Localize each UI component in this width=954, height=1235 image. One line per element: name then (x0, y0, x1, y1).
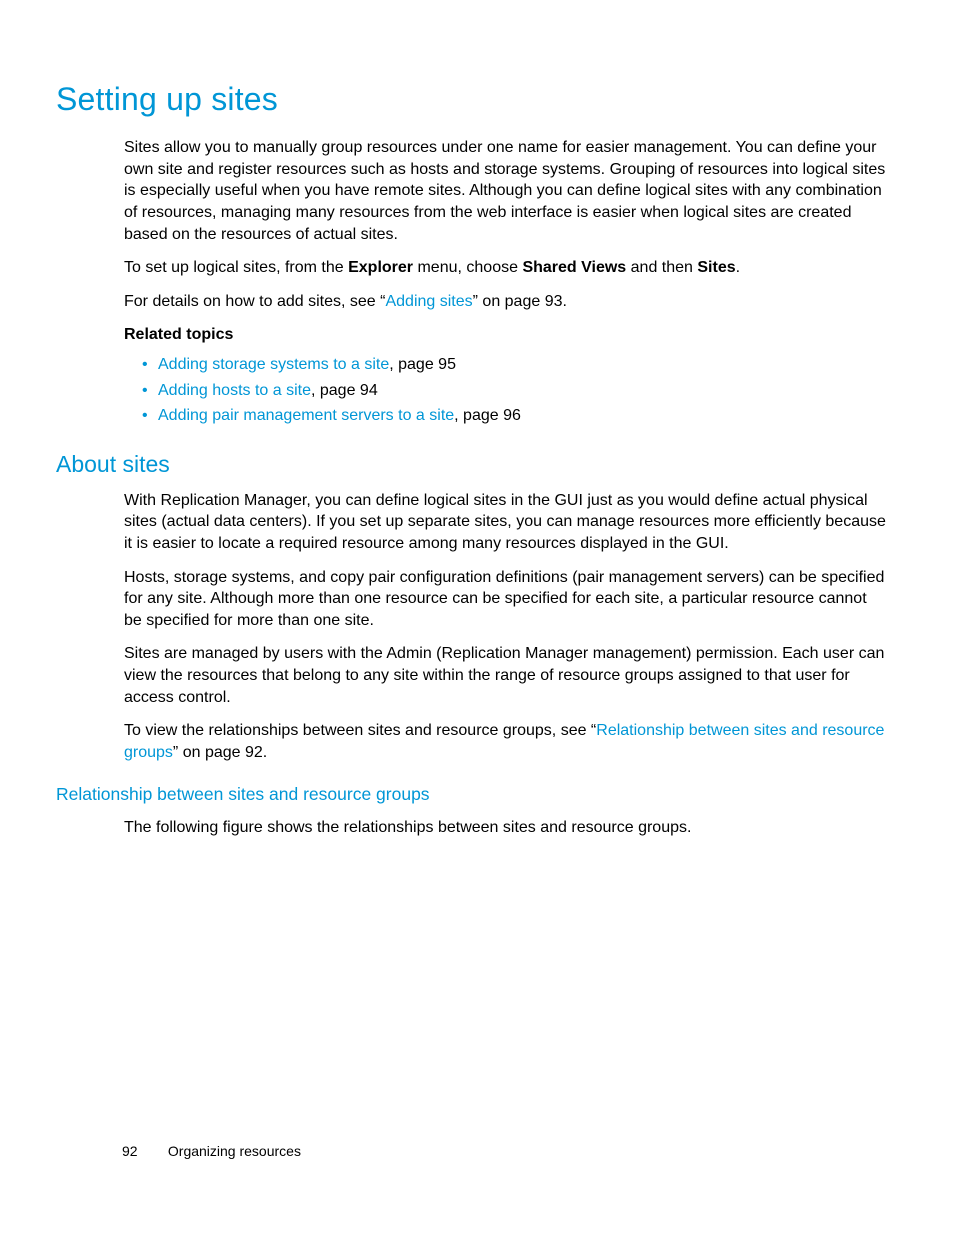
about-paragraph-1: With Replication Manager, you can define… (124, 490, 888, 555)
related-topics-list: Adding storage systems to a site, page 9… (142, 354, 888, 427)
text: ” on page 93. (473, 293, 567, 310)
link-adding-storage-systems[interactable]: Adding storage systems to a site (158, 356, 389, 373)
footer-section-title: Organizing resources (168, 1143, 301, 1159)
relationship-paragraph-1: The following figure shows the relations… (124, 817, 888, 839)
text: To set up logical sites, from the (124, 259, 348, 276)
text: , page 94 (311, 382, 378, 399)
text: , page 96 (454, 407, 521, 424)
link-adding-pair-management-servers[interactable]: Adding pair management servers to a site (158, 407, 454, 424)
page-number: 92 (122, 1142, 164, 1161)
text: . (736, 259, 740, 276)
heading-about-sites: About sites (56, 449, 888, 480)
intro-paragraph-1: Sites allow you to manually group resour… (124, 137, 888, 245)
intro-paragraph-2: To set up logical sites, from the Explor… (124, 257, 888, 279)
bold-explorer: Explorer (348, 259, 413, 276)
text: , page 95 (389, 356, 456, 373)
text: and then (626, 259, 697, 276)
text: menu, choose (413, 259, 522, 276)
intro-paragraph-3: For details on how to add sites, see “Ad… (124, 291, 888, 313)
intro-block: Sites allow you to manually group resour… (124, 137, 888, 427)
text: ” on page 92. (173, 744, 267, 761)
about-paragraph-4: To view the relationships between sites … (124, 720, 888, 763)
link-adding-sites[interactable]: Adding sites (385, 293, 472, 310)
about-paragraph-2: Hosts, storage systems, and copy pair co… (124, 567, 888, 632)
bold-shared-views: Shared Views (522, 259, 626, 276)
about-sites-block: With Replication Manager, you can define… (124, 490, 888, 764)
page-footer: 92 Organizing resources (122, 1142, 301, 1161)
about-paragraph-3: Sites are managed by users with the Admi… (124, 643, 888, 708)
text: For details on how to add sites, see “ (124, 293, 385, 310)
related-topic-item: Adding hosts to a site, page 94 (142, 380, 888, 402)
bold-sites: Sites (697, 259, 735, 276)
related-topic-item: Adding storage systems to a site, page 9… (142, 354, 888, 376)
text: To view the relationships between sites … (124, 722, 596, 739)
page-content: Setting up sites Sites allow you to manu… (0, 0, 954, 851)
relationship-block: The following figure shows the relations… (124, 817, 888, 839)
heading-relationship-sites-resource-groups: Relationship between sites and resource … (56, 783, 888, 807)
link-adding-hosts[interactable]: Adding hosts to a site (158, 382, 311, 399)
related-topic-item: Adding pair management servers to a site… (142, 405, 888, 427)
heading-setting-up-sites: Setting up sites (56, 78, 888, 121)
related-topics-heading: Related topics (124, 324, 888, 346)
